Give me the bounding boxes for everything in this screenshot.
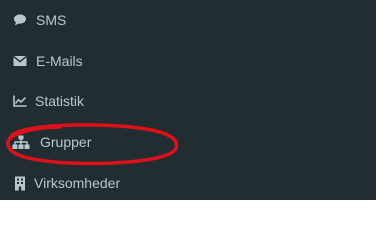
sidebar-item-grupper[interactable]: Grupper [0,121,376,161]
envelope-icon [11,53,29,69]
building-icon [11,175,29,191]
sitemap-icon [12,134,30,150]
line-chart-icon [11,93,29,109]
sidebar-item-emails[interactable]: E-Mails [0,41,376,81]
sidebar-item-label: Virksomheder [34,175,121,191]
sidebar-item-label: Grupper [40,134,92,150]
sidebar-item-sms[interactable]: SMS [0,0,376,40]
sidebar-item-label: E-Mails [36,53,83,69]
sidebar-item-statistik[interactable]: Statistik [0,81,376,121]
page-background-edge [376,0,386,200]
sidebar-item-label: SMS [36,12,67,28]
sidebar-item-label: Statistik [35,93,85,109]
sidebar-menu: SMS E-Mails Statistik Grupper Virksomhed… [0,0,376,200]
chat-bubble-icon [11,12,29,28]
sidebar-item-virksomheder[interactable]: Virksomheder [0,162,376,202]
